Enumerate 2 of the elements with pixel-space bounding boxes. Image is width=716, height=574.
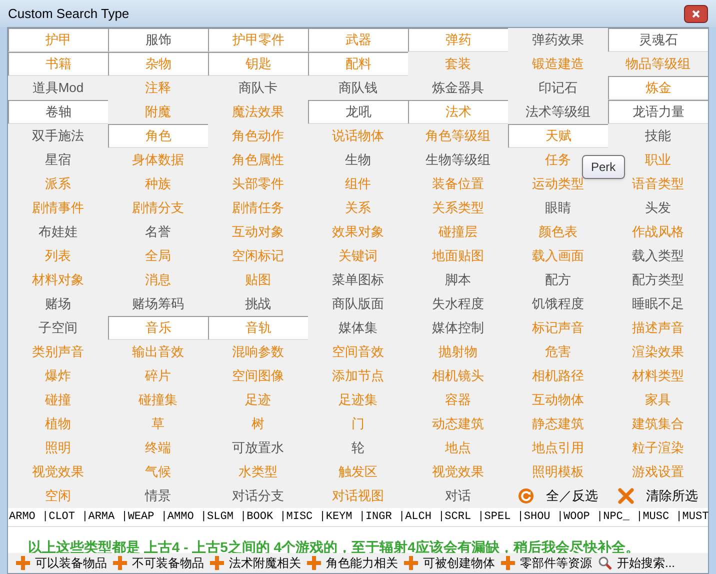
tooltip: Perk: [582, 155, 625, 179]
window-title: Custom Search Type: [8, 4, 130, 23]
